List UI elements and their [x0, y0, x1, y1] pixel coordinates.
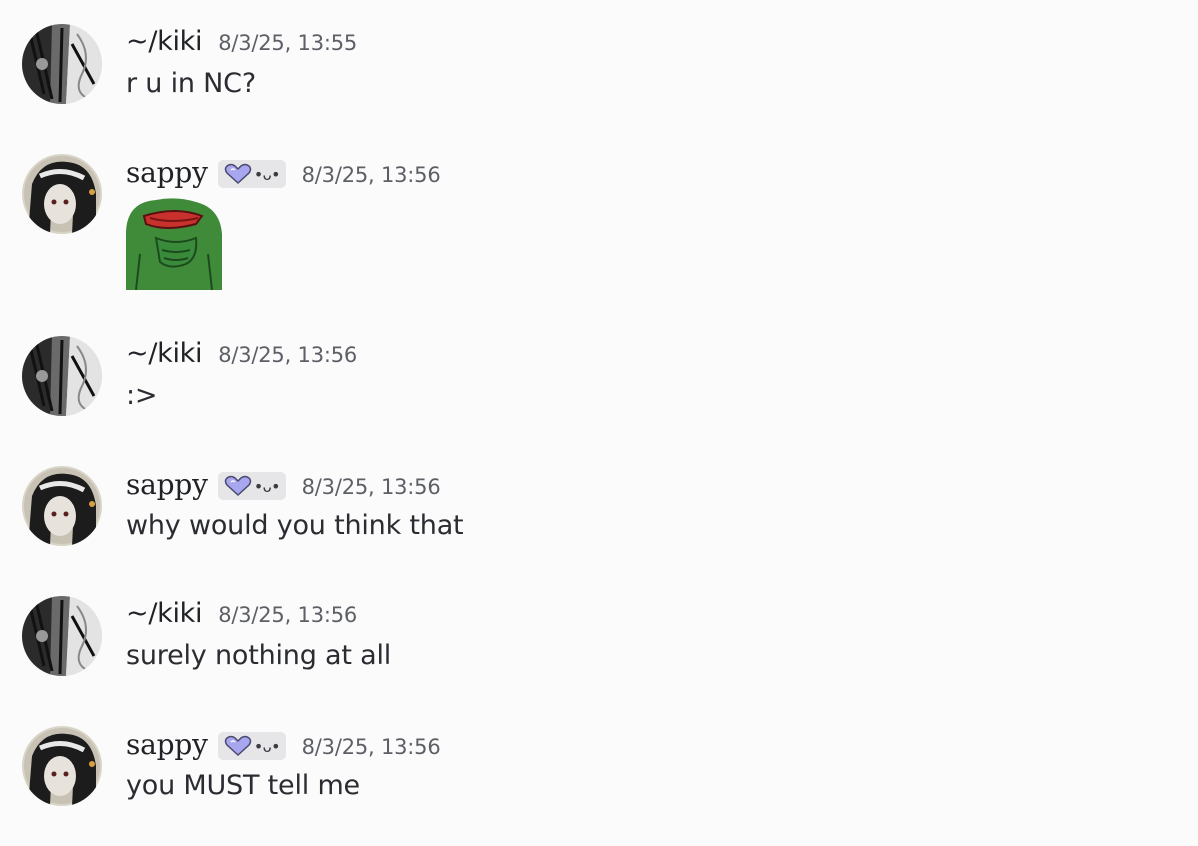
message-text: why would you think that	[126, 510, 464, 541]
avatar-sappy[interactable]	[22, 154, 102, 234]
chat-message: ~/kiki 8/3/25, 13:56 :>	[0, 336, 1198, 456]
purple-heart-icon	[224, 163, 251, 185]
avatar-kiki[interactable]	[22, 336, 102, 416]
avatar-sappy[interactable]	[22, 466, 102, 546]
message-timestamp[interactable]: 8/3/25, 13:56	[218, 603, 357, 627]
chat-message: ~/kiki 8/3/25, 13:56 surely nothing at a…	[0, 596, 1198, 716]
tag-text: •ᴗ•	[253, 736, 281, 756]
avatar-sappy[interactable]	[22, 726, 102, 806]
message-text: r u in NC?	[126, 68, 256, 99]
message-text: you MUST tell me	[126, 770, 360, 801]
message-header: ~/kiki 8/3/25, 13:55	[126, 26, 357, 60]
message-timestamp[interactable]: 8/3/25, 13:55	[218, 31, 357, 55]
purple-heart-icon	[224, 475, 251, 497]
message-header: sappy •ᴗ• 8/3/25, 13:56	[126, 156, 441, 190]
message-header: sappy •ᴗ• 8/3/25, 13:56	[126, 728, 441, 762]
message-header: ~/kiki 8/3/25, 13:56	[126, 598, 357, 632]
message-timestamp[interactable]: 8/3/25, 13:56	[302, 163, 441, 187]
chat-message: sappy •ᴗ• 8/3/25, 13:56 why would you th…	[0, 466, 1198, 586]
chat-message: sappy •ᴗ• 8/3/25, 13:56	[0, 154, 1198, 291]
message-timestamp[interactable]: 8/3/25, 13:56	[218, 343, 357, 367]
message-text: surely nothing at all	[126, 640, 392, 671]
author-name[interactable]: ~/kiki	[126, 598, 203, 629]
message-text: :>	[126, 380, 158, 411]
author-name[interactable]: ~/kiki	[126, 26, 203, 57]
chat-message: sappy •ᴗ• 8/3/25, 13:56 you MUST tell me	[0, 726, 1198, 846]
chat-message-list: ~/kiki 8/3/25, 13:55 r u in NC? sappy •ᴗ…	[0, 0, 1198, 834]
author-name[interactable]: sappy	[126, 468, 208, 501]
purple-heart-icon	[224, 735, 251, 757]
author-name[interactable]: sappy	[126, 156, 208, 189]
message-header: sappy •ᴗ• 8/3/25, 13:56	[126, 468, 441, 502]
avatar-kiki[interactable]	[22, 596, 102, 676]
user-tag-badge[interactable]: •ᴗ•	[217, 472, 286, 500]
author-name[interactable]: ~/kiki	[126, 338, 203, 369]
message-header: ~/kiki 8/3/25, 13:56	[126, 338, 357, 372]
tag-text: •ᴗ•	[253, 164, 281, 184]
author-name[interactable]: sappy	[126, 728, 208, 761]
user-tag-badge[interactable]: •ᴗ•	[217, 160, 286, 188]
message-timestamp[interactable]: 8/3/25, 13:56	[302, 735, 441, 759]
user-tag-badge[interactable]: •ᴗ•	[217, 732, 286, 760]
avatar-kiki[interactable]	[22, 24, 102, 104]
chat-message: ~/kiki 8/3/25, 13:55 r u in NC?	[0, 24, 1198, 144]
tag-text: •ᴗ•	[253, 476, 281, 496]
message-timestamp[interactable]: 8/3/25, 13:56	[302, 475, 441, 499]
frog-emote-image[interactable]	[126, 194, 222, 291]
